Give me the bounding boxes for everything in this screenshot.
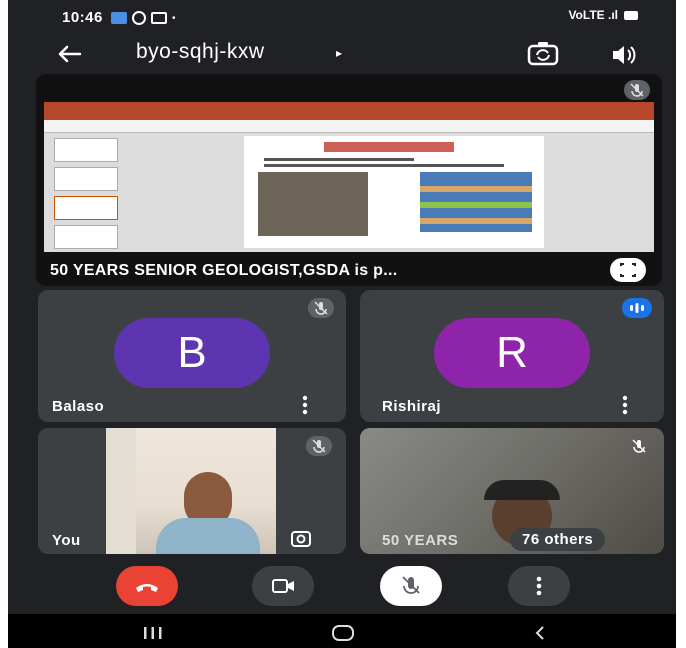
slide-thumbnail (54, 167, 118, 191)
slide-heading (324, 142, 454, 152)
system-status: VoLTE .ıl (568, 8, 638, 22)
more-vert-icon (536, 576, 542, 596)
switch-camera-icon[interactable] (526, 40, 560, 68)
meeting-info-caret-icon[interactable]: ▸ (336, 46, 342, 60)
meet-call-screen: 10:46 • VoLTE .ıl byo-sqhj-kxw ▸ 50 YEAR… (8, 0, 676, 648)
mic-off-icon (402, 576, 420, 594)
meeting-toolbar: byo-sqhj-kxw ▸ (8, 34, 676, 74)
camera-switch-icon[interactable] (290, 528, 312, 548)
whatsapp-icon (132, 11, 146, 25)
current-slide (244, 136, 544, 248)
slide-thumbnails (54, 138, 124, 249)
others-count-label[interactable]: 76 others (510, 528, 606, 551)
presenter-caption: 50 YEARS SENIOR GEOLOGIST,GSDA is p... (50, 262, 398, 279)
gallery-icon (151, 12, 167, 24)
powerpoint-toolbar (44, 120, 654, 133)
mic-off-icon (306, 436, 332, 456)
mic-off-icon (626, 436, 652, 456)
powerpoint-ribbon (44, 102, 654, 120)
more-options-icon[interactable] (300, 394, 310, 416)
self-view-tile[interactable]: You (38, 428, 346, 554)
slide-text-line (264, 164, 504, 167)
speaker-icon[interactable] (610, 42, 640, 68)
mic-off-icon (624, 80, 650, 100)
slide-thumbnail (54, 196, 118, 220)
meeting-code[interactable]: byo-sqhj-kxw (136, 40, 265, 64)
slide-thumbnail (54, 138, 118, 162)
dot-icon: • (172, 12, 176, 24)
mic-off-icon (308, 298, 334, 318)
status-bar: 10:46 • VoLTE .ıl (8, 0, 676, 36)
signal-icon: VoLTE .ıl (568, 8, 618, 22)
system-navigation-bar (8, 614, 676, 648)
person-hair (484, 480, 560, 500)
person-shirt (156, 518, 260, 554)
camera-toggle-button[interactable] (252, 566, 314, 606)
fullscreen-icon[interactable] (610, 258, 646, 282)
participant-name: Balaso (52, 398, 105, 415)
video-camera-icon (272, 579, 294, 593)
battery-icon (624, 10, 638, 20)
video-notification-icon (111, 12, 127, 24)
participant-name: Rishiraj (382, 398, 442, 415)
more-options-icon[interactable] (620, 394, 630, 416)
recent-apps-icon[interactable] (142, 626, 164, 640)
slide-text-line (264, 158, 414, 161)
mic-toggle-button[interactable] (380, 566, 442, 606)
call-controls (8, 566, 676, 616)
slide-photo-rocks (258, 172, 368, 236)
self-name: You (52, 532, 81, 549)
slide-thumbnail (54, 225, 118, 249)
back-arrow-icon[interactable] (54, 39, 84, 69)
more-options-button[interactable] (508, 566, 570, 606)
participant-tile[interactable]: B Balaso (38, 290, 346, 422)
home-icon[interactable] (330, 624, 356, 642)
notification-icons: • (111, 11, 176, 25)
others-partial-name: 50 YEARS (382, 532, 459, 549)
participant-avatar: B (114, 318, 270, 388)
self-video (106, 428, 276, 554)
presentation-tile[interactable]: 50 YEARS SENIOR GEOLOGIST,GSDA is p... (36, 74, 662, 286)
participant-avatar: R (434, 318, 590, 388)
end-call-button[interactable] (116, 566, 178, 606)
others-tile[interactable]: 50 YEARS 76 others (360, 428, 664, 554)
shared-screen (44, 102, 654, 252)
back-nav-icon[interactable] (532, 624, 548, 642)
slide-diagram-strata (420, 172, 532, 232)
participant-tile[interactable]: R Rishiraj (360, 290, 664, 422)
end-call-icon (136, 584, 158, 592)
speaking-indicator-icon (622, 298, 652, 318)
status-time: 10:46 (62, 9, 103, 26)
